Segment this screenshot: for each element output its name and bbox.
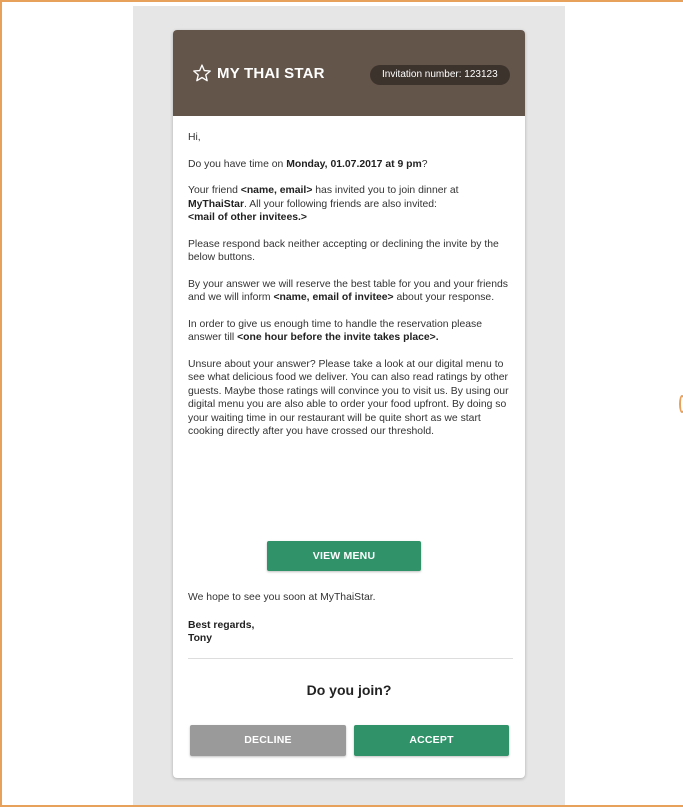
decline-button[interactable]: DECLINE: [190, 725, 346, 756]
join-question: Do you join?: [306, 682, 392, 698]
other-invitees: <mail of other invitees.>: [188, 212, 307, 223]
dinner-date: Monday, 01.07.2017 at 9 pm: [286, 158, 422, 170]
divider: [188, 658, 513, 659]
friend-invite-paragraph: Your friend <name, email> has invited yo…: [188, 185, 459, 223]
view-menu-button[interactable]: VIEW MENU: [267, 541, 421, 571]
respond-paragraph: Please respond back neither accepting or…: [188, 238, 499, 264]
invitee-name: <name, email of invitee>: [273, 292, 394, 303]
invitation-card: MY THAI STAR Invitation number: 123123 H…: [173, 30, 525, 778]
closing: We hope to see you soon at MyThaiStar. B…: [188, 591, 511, 660]
date-question: Do you have time on Monday, 01.07.2017 a…: [188, 158, 428, 170]
email-body: Hi, Do you have time on Monday, 01.07.20…: [173, 116, 525, 439]
greeting: Hi,: [188, 132, 201, 143]
accept-button[interactable]: ACCEPT: [354, 725, 509, 756]
deadline-paragraph: In order to give us enough time to handl…: [188, 318, 483, 344]
menu-info-paragraph: Unsure about your answer? Please take a …: [188, 358, 509, 438]
brand-title: MY THAI STAR: [217, 65, 325, 82]
answer-deadline: <one hour before the invite takes place>…: [237, 332, 439, 343]
signature-block: Best regards, Tony: [188, 619, 255, 645]
signature-name: Tony: [188, 633, 213, 644]
restaurant-name: MyThaiStar: [188, 198, 245, 210]
edge-marker: [679, 395, 683, 413]
star-outline-icon: [193, 64, 211, 82]
hope-text: We hope to see you soon at MyThaiStar.: [188, 592, 376, 603]
card-header: MY THAI STAR Invitation number: 123123: [173, 30, 525, 116]
reserve-paragraph: By your answer we will reserve the best …: [188, 278, 508, 304]
friend-name: <name, email>: [240, 185, 313, 196]
invitation-number-badge: Invitation number: 123123: [370, 65, 510, 85]
